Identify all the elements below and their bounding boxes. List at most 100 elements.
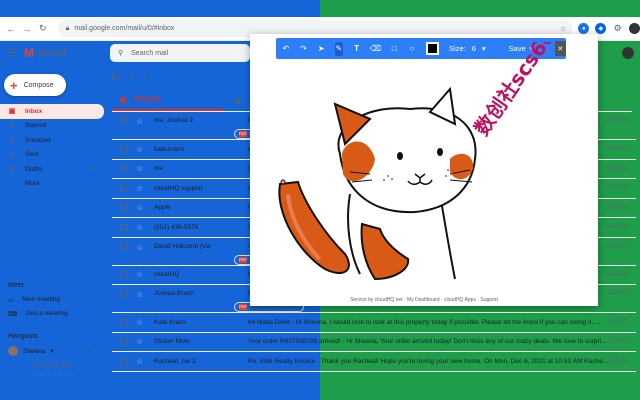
- select-all-checkbox[interactable]: [112, 72, 119, 80]
- lock-icon: 🔒︎: [65, 24, 70, 32]
- undo-icon[interactable]: ↶: [282, 42, 290, 56]
- sidebar-item-label: Starred: [25, 122, 47, 130]
- row-checkbox[interactable]: [120, 223, 127, 231]
- row-checkbox[interactable]: [120, 318, 127, 326]
- apps-icon[interactable]: ⋮⋮: [596, 48, 614, 59]
- row-subject: Your order R607588208 arrived! - Hi Shee…: [248, 338, 607, 346]
- sidebar-item-drafts[interactable]: ▤ Drafts 10: [0, 162, 104, 177]
- sidebar-item-count: 10: [91, 166, 98, 173]
- row-date: 12/23/21: [604, 224, 628, 231]
- cat-left-eye: [397, 152, 403, 160]
- menu-icon[interactable]: ☰: [0, 48, 24, 59]
- star-icon[interactable]: ☆: [136, 203, 144, 212]
- star-icon[interactable]: ☆: [136, 318, 144, 327]
- search-input[interactable]: ⚲ Search mail: [110, 44, 250, 62]
- watermark: 数创社scs66: [469, 42, 559, 140]
- table-row[interactable]: ☆ Kate Krans 94 Malta Drive - Hi Sheena,…: [112, 313, 636, 333]
- meet-heading: Meet: [8, 282, 24, 289]
- cloudhq-icon[interactable]: ●: [578, 23, 590, 34]
- pen-icon[interactable]: ✎: [335, 41, 343, 56]
- row-from: Joshua Brach: [154, 290, 194, 297]
- sidebar-nav: ▣ Inbox ★ Starred ◷ Snoozed ➤ Sent ▤ Dra…: [0, 104, 104, 191]
- account-avatar[interactable]: [622, 47, 634, 59]
- star-icon[interactable]: ☆: [136, 243, 144, 252]
- chevron-down-icon[interactable]: ▾: [129, 72, 133, 80]
- row-checkbox[interactable]: [120, 271, 127, 279]
- profile-icon[interactable]: [629, 23, 640, 34]
- star-icon[interactable]: ☆: [136, 223, 144, 232]
- sidebar-item-starred[interactable]: ★ Starred: [0, 119, 104, 134]
- send-icon: ➤: [9, 151, 15, 159]
- row-from: cloudHQ support: [154, 184, 203, 192]
- row-date: 12/8/21: [607, 290, 628, 296]
- gmail-logo[interactable]: M Gmail: [24, 46, 110, 60]
- row-from: Kate Krans: [154, 318, 187, 326]
- reload-icon[interactable]: ↻: [38, 23, 48, 34]
- star-icon[interactable]: ☆: [136, 145, 144, 154]
- redo-icon[interactable]: ↷: [300, 42, 308, 56]
- row-checkbox[interactable]: [120, 145, 127, 153]
- star-icon[interactable]: ☆: [136, 117, 144, 126]
- row-checkbox[interactable]: [120, 338, 127, 346]
- dropbox-icon[interactable]: ◆: [595, 23, 607, 34]
- forward-icon[interactable]: →: [22, 24, 32, 34]
- sidebar-item-label: Inbox: [25, 107, 43, 115]
- sidebar-item-sent[interactable]: ➤ Sent: [0, 148, 104, 163]
- join-meeting-label: Join a meeting: [25, 310, 68, 317]
- back-icon[interactable]: ←: [6, 24, 16, 34]
- inbox-icon: ▣: [120, 96, 127, 104]
- bookmark-star-icon[interactable]: ☆: [560, 25, 572, 33]
- star-icon[interactable]: ☆: [136, 357, 144, 366]
- row-checkbox[interactable]: [120, 242, 127, 250]
- no-chats-line2[interactable]: Start a new one: [32, 371, 74, 380]
- circle-icon[interactable]: ○: [408, 42, 416, 56]
- sidebar-item-more[interactable]: ⌄ More: [0, 177, 104, 192]
- row-checkbox[interactable]: [120, 357, 127, 365]
- sidebar-item-snoozed[interactable]: ◷ Snoozed: [0, 133, 104, 148]
- row-date: 12/28/21: [604, 146, 628, 153]
- new-meeting-link[interactable]: ▭ New meeting: [8, 296, 60, 304]
- pdf-icon: PDF: [239, 256, 247, 263]
- drawing-footer[interactable]: Service by cloudHQ.net · My Dashboard · …: [250, 297, 598, 303]
- row-checkbox[interactable]: [120, 290, 127, 297]
- table-row[interactable]: ☆ Racheal, me 2 Re: Elite Realty Invoice…: [112, 352, 636, 372]
- rectangle-icon[interactable]: □: [390, 42, 398, 56]
- select-icon[interactable]: ➤: [317, 42, 325, 56]
- sidebar-item-label: More: [25, 180, 40, 188]
- sidebar-item-inbox[interactable]: ▣ Inbox: [0, 104, 104, 119]
- row-from: kate.krans: [154, 145, 184, 153]
- star-icon[interactable]: ☆: [136, 164, 144, 173]
- video-icon: ▭: [8, 297, 15, 304]
- row-from: Racheal, me 2: [154, 357, 196, 365]
- row-checkbox[interactable]: [120, 117, 127, 124]
- color-swatch[interactable]: [425, 42, 440, 55]
- compose-button[interactable]: + Compose: [4, 74, 66, 96]
- star-icon[interactable]: ☆: [136, 270, 144, 279]
- star-icon[interactable]: ☆: [136, 290, 144, 299]
- hangouts-user[interactable]: Sheena ▾: [8, 346, 54, 356]
- row-checkbox[interactable]: [120, 204, 127, 212]
- star-icon[interactable]: ☆: [136, 184, 144, 193]
- draft-icon: ▤: [8, 166, 16, 174]
- more-icon[interactable]: ⋮: [158, 72, 165, 80]
- tab-primary[interactable]: ▣ Primary: [112, 90, 224, 111]
- text-icon[interactable]: T: [353, 42, 361, 56]
- search-icon[interactable]: ⚲: [118, 49, 123, 57]
- row-date: 12/28/21: [604, 165, 628, 172]
- row-date: 12/21/21: [604, 242, 628, 249]
- add-chat-icon[interactable]: +: [92, 346, 97, 356]
- row-checkbox[interactable]: [120, 165, 127, 173]
- eraser-icon[interactable]: ⌫: [370, 42, 381, 56]
- join-meeting-link[interactable]: ⌨ Join a meeting: [8, 310, 68, 318]
- cat-paw: [360, 222, 410, 281]
- star-icon[interactable]: ☆: [136, 337, 144, 346]
- sidebar-item-label: Sent: [25, 151, 39, 159]
- table-row[interactable]: ☆ Sticker Mule Your order R607588208 arr…: [112, 333, 636, 352]
- puzzle-icon[interactable]: ⚙: [612, 23, 624, 34]
- row-from: me: [154, 165, 164, 173]
- row-checkbox[interactable]: [120, 184, 127, 192]
- no-chats-line1: No recent chats: [32, 363, 75, 369]
- row-from: (251) 436-9576: [154, 223, 199, 231]
- star-icon: ★: [8, 122, 16, 130]
- refresh-icon[interactable]: ↻: [143, 72, 149, 80]
